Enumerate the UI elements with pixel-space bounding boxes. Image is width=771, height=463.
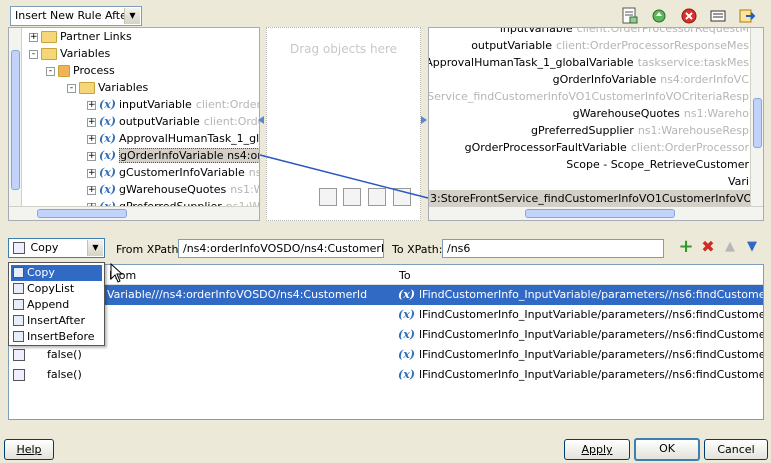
from-xpath-label: From XPath: bbox=[116, 243, 183, 256]
copy-rule-icon bbox=[13, 349, 25, 361]
copylist-icon bbox=[13, 283, 24, 294]
target-tree-label: inputVariable bbox=[499, 27, 573, 35]
copy-icon bbox=[13, 267, 24, 278]
target-vscroll-thumb[interactable] bbox=[753, 98, 762, 148]
copy-icon bbox=[13, 242, 25, 254]
target-tree-label: 3:StoreFrontService_findCustomerInfoVO1C… bbox=[430, 192, 764, 205]
from-xpath-input[interactable]: /ns4:orderInfoVOSDO/ns4:CustomerId bbox=[178, 239, 384, 258]
target-tree-label: eFrontService_findCustomerInfoVO1Custome… bbox=[428, 90, 749, 103]
menu-item-label: InsertAfter bbox=[27, 314, 85, 327]
apply-label: Apply bbox=[581, 443, 613, 456]
target-tree[interactable]: inputVariable client:OrderProcessorReques… bbox=[428, 27, 764, 221]
target-tree-type: client:OrderProcessorResponseMes bbox=[556, 39, 749, 52]
target-tree-row[interactable]: 3:StoreFrontService_findCustomerInfoVO1C… bbox=[429, 190, 763, 207]
target-tree-row[interactable]: gWarehouseQuotes ns1:Wareho bbox=[573, 105, 749, 122]
target-tree-row[interactable]: gOrderInfoVariable ns4:orderInfoVC bbox=[553, 71, 749, 88]
column-to[interactable]: To bbox=[399, 269, 411, 282]
variable-icon: (x) bbox=[398, 288, 415, 301]
target-tree-type: ns1:WarehouseResp bbox=[637, 124, 749, 137]
target-tree-label: outputVariable bbox=[471, 39, 553, 52]
target-tree-label: Scope - Scope_RetrieveCustomer bbox=[566, 158, 749, 171]
target-tree-label: gOrderProcessorFaultVariable bbox=[464, 141, 627, 154]
table-row[interactable]: false() (x) lFindCustomerInfo_InputVariabl… bbox=[9, 345, 763, 365]
cancel-button[interactable]: Cancel bbox=[704, 439, 768, 460]
table-row[interactable]: false() (x) lFindCustomerInfo_InputVariabl… bbox=[9, 365, 763, 385]
target-tree-type: ns1:Wareho bbox=[683, 107, 749, 120]
add-rule-icon[interactable]: + bbox=[677, 238, 695, 256]
target-tree-label: gOrderInfoVariable bbox=[552, 73, 657, 86]
menu-item-copylist[interactable]: CopyList bbox=[11, 281, 102, 297]
target-tree-row[interactable]: inputVariable client:OrderProcessorReques… bbox=[499, 27, 749, 37]
rule-from-cell: Variable///ns4:orderInfoVOSDO/ns4:Custom… bbox=[107, 288, 368, 301]
rule-to-cell: lFindCustomerInfo_InputVariable/paramete… bbox=[419, 328, 764, 341]
table-row[interactable]: Variable///ns4:orderInfoVOSDO/ns4:Custom… bbox=[9, 285, 763, 305]
target-tree-row[interactable]: ApprovalHumanTask_1_globalVariable taskse… bbox=[428, 54, 749, 71]
variable-icon: (x) bbox=[398, 368, 415, 381]
menu-item-copy[interactable]: Copy bbox=[11, 265, 102, 281]
target-tree-type: taskservice:taskMes bbox=[637, 56, 749, 69]
target-hscroll[interactable] bbox=[429, 206, 763, 220]
table-row[interactable]: (x) lFindCustomerInfo_InputVariable/param… bbox=[9, 325, 763, 345]
to-xpath-label: To XPath: bbox=[392, 243, 443, 256]
target-tree-label: gWarehouseQuotes bbox=[572, 107, 680, 120]
to-xpath-input[interactable]: /ns6 bbox=[442, 239, 664, 258]
target-tree-type: client:OrderProcessorRequestM bbox=[576, 27, 749, 35]
menu-item-label: Copy bbox=[27, 266, 55, 279]
operation-select[interactable]: Copy ▼ bbox=[8, 238, 105, 258]
rule-to-cell: lFindCustomerInfo_InputVariable/paramete… bbox=[419, 368, 764, 381]
apply-button[interactable]: Apply bbox=[564, 439, 630, 460]
help-button[interactable]: Help bbox=[4, 439, 54, 460]
table-row[interactable]: (x) lFindCustomerInfo_InputVariable/param… bbox=[9, 305, 763, 325]
rule-to-cell: lFindCustomerInfo_InputVariable/paramete… bbox=[419, 288, 764, 301]
menu-item-insertbefore[interactable]: InsertBefore bbox=[11, 329, 102, 345]
variable-icon: (x) bbox=[398, 348, 415, 361]
operation-value: Copy bbox=[30, 241, 59, 254]
rule-from-cell: false() bbox=[47, 348, 82, 361]
target-tree-type: ns4:orderInfoVC bbox=[660, 73, 749, 86]
operation-menu[interactable]: Copy CopyList Append InsertAfter InsertBefor… bbox=[8, 262, 105, 346]
rule-from-cell: false() bbox=[47, 368, 82, 381]
rules-table[interactable]: From To Variable///ns4:orderInfoVOSDO/ns… bbox=[8, 264, 764, 420]
target-tree-type: client:OrderProcessor bbox=[630, 141, 749, 154]
rule-to-cell: lFindCustomerInfo_InputVariable/paramete… bbox=[419, 348, 764, 361]
help-label: Help bbox=[16, 443, 42, 456]
ok-button[interactable]: OK bbox=[634, 438, 700, 461]
move-up-icon[interactable]: ▲ bbox=[721, 238, 739, 256]
target-tree-label: gPreferredSupplier bbox=[531, 124, 634, 137]
target-tree-label: ApprovalHumanTask_1_globalVariable bbox=[428, 56, 634, 69]
cancel-label: Cancel bbox=[717, 443, 755, 456]
target-tree-row[interactable]: gOrderProcessorFaultVariable client:Order… bbox=[465, 139, 749, 156]
collapse-right-icon[interactable] bbox=[421, 116, 427, 124]
append-icon bbox=[13, 299, 24, 310]
collapse-left-icon[interactable] bbox=[258, 116, 264, 124]
mouse-cursor-icon bbox=[110, 262, 124, 286]
insertafter-icon bbox=[13, 315, 24, 326]
target-tree-row[interactable]: Scope - Scope_RetrieveCustomer bbox=[566, 156, 749, 173]
move-down-icon[interactable]: ▼ bbox=[743, 238, 761, 256]
target-tree-row[interactable]: outputVariable client:OrderProcessorRespo… bbox=[471, 37, 749, 54]
rule-to-cell: lFindCustomerInfo_InputVariable/paramete… bbox=[419, 308, 764, 321]
variable-icon: (x) bbox=[398, 308, 415, 321]
menu-item-label: CopyList bbox=[27, 282, 75, 295]
target-vscroll[interactable] bbox=[750, 28, 763, 208]
target-tree-row[interactable]: Vari bbox=[728, 173, 749, 190]
target-tree-row[interactable]: eFrontService_findCustomerInfoVO1Custome… bbox=[428, 88, 749, 105]
remove-rule-icon[interactable]: ✖ bbox=[699, 238, 717, 256]
menu-item-label: Append bbox=[27, 298, 70, 311]
copy-rule-icon bbox=[13, 369, 25, 381]
menu-item-append[interactable]: Append bbox=[11, 297, 102, 313]
chevron-down-icon[interactable]: ▼ bbox=[87, 240, 103, 256]
variable-icon: (x) bbox=[398, 328, 415, 341]
target-hscroll-thumb[interactable] bbox=[525, 209, 675, 218]
menu-item-insertafter[interactable]: InsertAfter bbox=[11, 313, 102, 329]
target-tree-row[interactable]: gPreferredSupplier ns1:WarehouseResp bbox=[531, 122, 749, 139]
target-tree-label: Vari bbox=[728, 175, 749, 188]
insertbefore-icon bbox=[13, 331, 24, 342]
menu-item-label: InsertBefore bbox=[27, 330, 95, 343]
ok-label: OK bbox=[659, 442, 675, 455]
